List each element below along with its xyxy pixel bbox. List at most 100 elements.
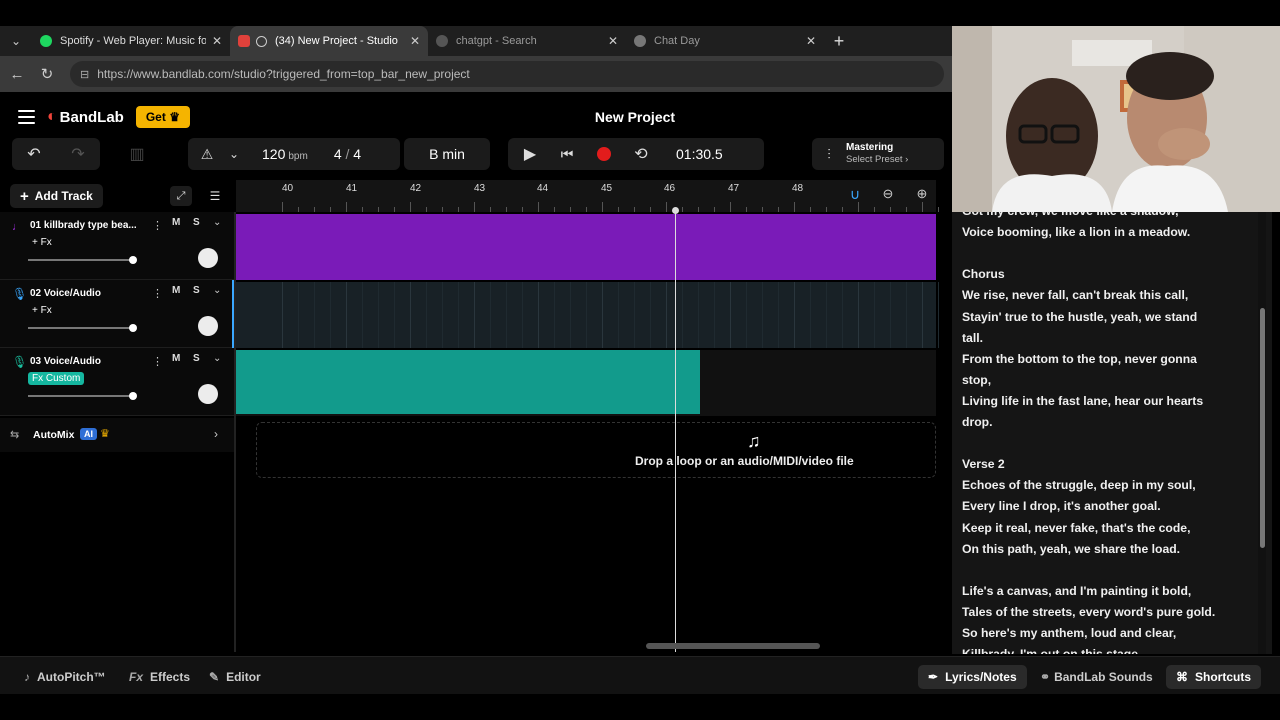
- lyrics-line[interactable]: Tales of the streets, every word's pure …: [962, 605, 1215, 619]
- lyrics-line[interactable]: Keep it real, never fake, that's the cod…: [962, 521, 1190, 535]
- lyrics-line[interactable]: Life's a canvas, and I'm painting it bol…: [962, 584, 1191, 598]
- lyrics-line[interactable]: Living life in the fast lane, hear our h…: [962, 394, 1203, 408]
- automix-row[interactable]: ⇆ AutoMix AI ♛ ›: [0, 418, 234, 452]
- lyrics-line[interactable]: drop.: [962, 415, 992, 429]
- loop-icon[interactable]: ⟲: [626, 144, 656, 164]
- lyrics-notes-panel[interactable]: Got my crew, we move like a shadow, Voice…: [952, 210, 1272, 654]
- track-name[interactable]: 01 killbrady type bea...: [30, 220, 137, 231]
- chevron-down-icon[interactable]: ⌄: [213, 217, 221, 228]
- play-icon[interactable]: ▶: [508, 144, 552, 164]
- mute-button[interactable]: M: [172, 285, 180, 296]
- pan-knob[interactable]: [198, 316, 218, 336]
- zoom-in-icon[interactable]: ⊕: [912, 186, 932, 206]
- lyrics-line[interactable]: Voice booming, like a lion in a meadow.: [962, 225, 1190, 239]
- chevron-down-icon[interactable]: ⌄: [226, 147, 242, 161]
- lyrics-line[interactable]: Every line I drop, it's another goal.: [962, 499, 1161, 513]
- track-name[interactable]: 02 Voice/Audio: [30, 288, 101, 299]
- volume-slider[interactable]: [28, 392, 137, 400]
- solo-button[interactable]: S: [193, 217, 200, 228]
- close-tab-icon[interactable]: ✕: [410, 34, 420, 48]
- track-lane-3[interactable]: [236, 350, 936, 416]
- more-options-icon[interactable]: ⋮: [152, 219, 163, 232]
- more-options-icon[interactable]: ⋮: [152, 287, 163, 300]
- track-lane-1-region[interactable]: [236, 214, 936, 280]
- tab-chat-day[interactable]: Chat Day ✕: [626, 26, 824, 56]
- zoom-out-icon[interactable]: ⊖: [878, 186, 898, 206]
- close-tab-icon[interactable]: ✕: [806, 34, 816, 48]
- site-info-icon[interactable]: ⊟: [80, 68, 89, 81]
- lyrics-line[interactable]: Echoes of the struggle, deep in my soul,: [962, 478, 1196, 492]
- lyrics-line[interactable]: Chorus: [962, 267, 1005, 281]
- tab-search-dropdown[interactable]: ⌄: [0, 26, 32, 56]
- tempo-field[interactable]: 120 bpm: [262, 146, 308, 162]
- snap-magnet-icon[interactable]: ∪: [845, 186, 865, 206]
- more-options-icon[interactable]: ⋮: [152, 355, 163, 368]
- close-tab-icon[interactable]: ✕: [212, 34, 222, 48]
- audio-region[interactable]: [236, 350, 700, 414]
- time-signature[interactable]: 4 / 4: [334, 146, 361, 162]
- bandlab-sounds-button[interactable]: ⚭ BandLab Sounds: [1040, 665, 1153, 689]
- mute-button[interactable]: M: [172, 217, 180, 228]
- record-button[interactable]: [582, 147, 626, 161]
- lyrics-line[interactable]: Stayin' true to the hustle, yeah, we sta…: [962, 310, 1197, 324]
- lyrics-line[interactable]: So here's my anthem, loud and clear,: [962, 626, 1176, 640]
- lyrics-line[interactable]: On this path, yeah, we share the load.: [962, 542, 1180, 556]
- new-tab-button[interactable]: +: [824, 31, 854, 52]
- timeline-horizontal-scrollbar[interactable]: [646, 643, 820, 649]
- tab-spotify[interactable]: Spotify - Web Player: Music for ev ✕: [32, 26, 230, 56]
- effects-button[interactable]: Fx Effects: [129, 665, 190, 689]
- track-header-2[interactable]: 🎙 02 Voice/Audio ⋮ M S ⌄ + Fx: [0, 280, 234, 348]
- track-lane-2[interactable]: [236, 282, 971, 348]
- playhead[interactable]: [672, 207, 679, 652]
- chevron-down-icon[interactable]: ⌄: [213, 353, 221, 364]
- mastering-button[interactable]: ⫶ Mastering Select Preset ›: [812, 138, 944, 170]
- keyboard-icon[interactable]: ▥: [124, 144, 150, 164]
- add-fx-button[interactable]: + Fx: [28, 304, 56, 317]
- solo-button[interactable]: S: [193, 353, 200, 364]
- redo-icon[interactable]: ↷: [56, 144, 100, 164]
- pan-knob[interactable]: [198, 248, 218, 268]
- track-settings-icon[interactable]: ☰: [204, 186, 226, 206]
- url-field[interactable]: ⊟ https://www.bandlab.com/studio?trigger…: [70, 61, 944, 87]
- reload-icon[interactable]: ↻: [32, 65, 62, 83]
- lyrics-line[interactable]: tall.: [962, 331, 983, 345]
- back-icon[interactable]: ←: [2, 66, 32, 83]
- tab-chatgpt-search[interactable]: chatgpt - Search ✕: [428, 26, 626, 56]
- mute-button[interactable]: M: [172, 353, 180, 364]
- shortcuts-button[interactable]: ⌘ Shortcuts: [1166, 665, 1262, 689]
- editor-button[interactable]: ✎ Editor: [209, 665, 261, 689]
- volume-slider[interactable]: [28, 256, 137, 264]
- lyrics-scrollbar-thumb[interactable]: [1260, 308, 1265, 548]
- lyrics-notes-button[interactable]: ✒ Lyrics/Notes: [918, 665, 1027, 689]
- solo-button[interactable]: S: [193, 285, 200, 296]
- undo-icon[interactable]: ↶: [12, 144, 56, 164]
- volume-slider[interactable]: [28, 324, 137, 332]
- grid-line: [554, 282, 555, 348]
- lyrics-line[interactable]: stop,: [962, 373, 991, 387]
- add-fx-button[interactable]: + Fx: [28, 236, 56, 249]
- close-tab-icon[interactable]: ✕: [608, 34, 618, 48]
- lyrics-line[interactable]: We rise, never fall, can't break this ca…: [962, 288, 1188, 302]
- chevron-right-icon[interactable]: ›: [214, 427, 218, 441]
- track-header-3[interactable]: 🎙 03 Voice/Audio ⋮ M S ⌄ Fx Custom: [0, 348, 234, 416]
- track-name[interactable]: 03 Voice/Audio: [30, 356, 101, 367]
- track-header-1[interactable]: ♩ 01 killbrady type bea... ⋮ M S ⌄ + Fx: [0, 212, 234, 280]
- automation-icon[interactable]: ⤢: [170, 186, 192, 206]
- skip-to-start-icon[interactable]: ⏮: [552, 146, 582, 163]
- metronome-icon[interactable]: ⚠: [188, 146, 226, 163]
- lyrics-line[interactable]: From the bottom to the top, never gonna: [962, 352, 1197, 366]
- key-selector[interactable]: B min: [404, 138, 490, 170]
- time-sig-denominator: 4: [353, 146, 362, 162]
- lyrics-line[interactable]: Killbrady, I'm out on this stage: [962, 647, 1138, 654]
- effects-label: Effects: [150, 670, 191, 684]
- add-track-button[interactable]: + Add Track: [10, 184, 103, 208]
- fx-custom-badge[interactable]: Fx Custom: [28, 372, 85, 385]
- tab-bandlab-studio[interactable]: (34) New Project - Studio ✕: [230, 26, 428, 56]
- autopitch-button[interactable]: ♪ AutoPitch™: [24, 665, 106, 689]
- pan-knob[interactable]: [198, 384, 218, 404]
- timeline-ruler[interactable]: 40 41 42 43 44 45 46 47 48: [236, 180, 971, 212]
- drop-zone[interactable]: ♫ Drop a loop or an audio/MIDI/video fil…: [256, 422, 936, 478]
- chevron-down-icon[interactable]: ⌄: [213, 285, 221, 296]
- lyrics-line[interactable]: Verse 2: [962, 457, 1005, 471]
- ruler-tick: [362, 207, 363, 212]
